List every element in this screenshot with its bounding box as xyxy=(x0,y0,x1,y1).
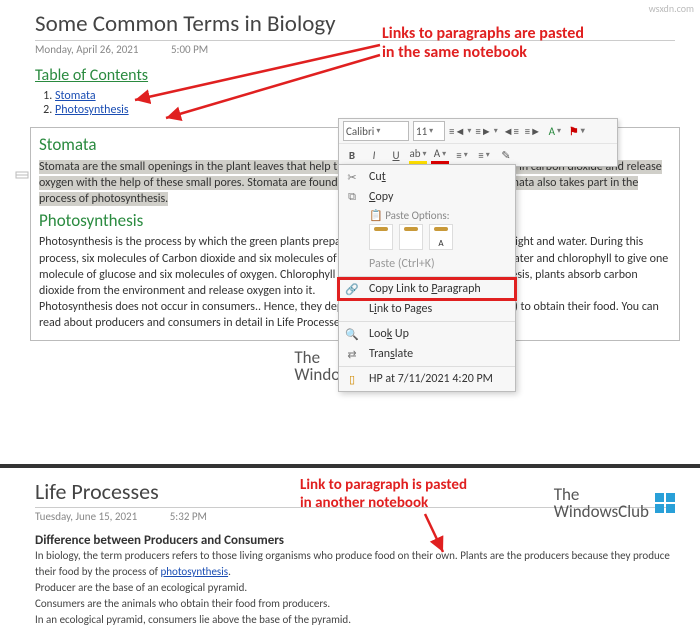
cut-icon: ✂ xyxy=(345,170,359,184)
paste-options-label: 📋 Paste Options: xyxy=(339,207,515,222)
annotation-link-another-notebook: Link to paragraph is pasted in another n… xyxy=(300,476,467,512)
copy-icon: ⧉ xyxy=(345,190,359,204)
bold-button[interactable]: B xyxy=(343,146,361,164)
menu-look-up[interactable]: 🔍 Look Up xyxy=(339,324,515,344)
body-paragraphs: In biology, the term producers refers to… xyxy=(35,548,675,628)
link-photosynthesis[interactable]: photosynthesis xyxy=(161,565,229,578)
font-size-select[interactable]: 11 xyxy=(413,121,445,141)
indent-decrease-button[interactable]: ≡◄ xyxy=(449,122,471,140)
menu-link-to-pages[interactable]: Link to Pages xyxy=(339,299,515,319)
search-icon: 🔍 xyxy=(345,327,359,341)
toc-item-1: Stomata xyxy=(55,89,675,103)
highlight-button[interactable]: ab xyxy=(409,146,427,164)
toc-list: Stomata Photosynthesis xyxy=(55,89,675,117)
menu-copy[interactable]: ⧉ Copy xyxy=(339,187,515,207)
page-divider xyxy=(0,464,700,468)
font-color-button[interactable]: A xyxy=(431,146,449,164)
format-painter-button[interactable]: ✎ xyxy=(497,146,515,164)
annotation-links-same-notebook: Links to paragraphs are pasted in the sa… xyxy=(382,24,584,62)
brand-logo-2: The WindowsClub xyxy=(554,486,675,520)
watermark: wsxdn.com xyxy=(649,2,694,15)
context-menu: ✂ Cut ⧉ Copy 📋 Paste Options: A Paste (C… xyxy=(338,164,516,392)
menu-translate[interactable]: ⇄ Translate xyxy=(339,344,515,364)
link-icon: 🔗 xyxy=(345,282,359,296)
bullet-list-button[interactable]: ≡ xyxy=(453,146,471,164)
note-icon: ▯ xyxy=(345,372,359,386)
menu-paste-shortcut: Paste (Ctrl+K) xyxy=(339,254,515,274)
indent-increase-button[interactable]: ≡► xyxy=(475,122,497,140)
toc-heading: Table of Contents xyxy=(35,66,675,85)
outdent-button[interactable]: ◄≡ xyxy=(502,122,520,140)
windows-logo-icon-2 xyxy=(655,493,675,513)
indent-button[interactable]: ≡► xyxy=(524,122,542,140)
translate-icon: ⇄ xyxy=(345,347,359,361)
menu-cut[interactable]: ✂ Cut xyxy=(339,167,515,187)
toc-item-2: Photosynthesis xyxy=(55,103,675,117)
date-text: Monday, April 26, 2021 xyxy=(35,43,138,56)
tag-button[interactable]: ⚑ xyxy=(568,122,586,140)
menu-copy-link-to-paragraph[interactable]: 🔗 Copy Link to Paragraph xyxy=(339,279,515,299)
toc-link-photosynthesis[interactable]: Photosynthesis xyxy=(55,103,129,117)
mini-toolbar: Calibri 11 ≡◄ ≡► ◄≡ ≡► A ⚑ B I U ab A ≡ … xyxy=(338,118,618,167)
menu-author-note[interactable]: ▯ HP at 7/11/2021 4:20 PM xyxy=(339,369,515,389)
font-family-select[interactable]: Calibri xyxy=(343,121,409,141)
paragraph-handle-icon[interactable] xyxy=(15,168,29,187)
paste-icon: 📋 xyxy=(369,209,383,222)
underline-button[interactable]: U xyxy=(387,146,405,164)
number-list-button[interactable]: ≡ xyxy=(475,146,493,164)
time-text: 5:00 PM xyxy=(171,43,208,56)
subheading-producers-consumers: Difference between Producers and Consume… xyxy=(35,533,675,548)
styles-button[interactable]: A xyxy=(546,122,564,140)
paste-keep-formatting[interactable] xyxy=(369,224,393,250)
toc-link-stomata[interactable]: Stomata xyxy=(55,89,96,103)
italic-button[interactable]: I xyxy=(365,146,383,164)
paste-merge-formatting[interactable] xyxy=(399,224,423,250)
paste-text-only[interactable]: A xyxy=(429,224,453,250)
